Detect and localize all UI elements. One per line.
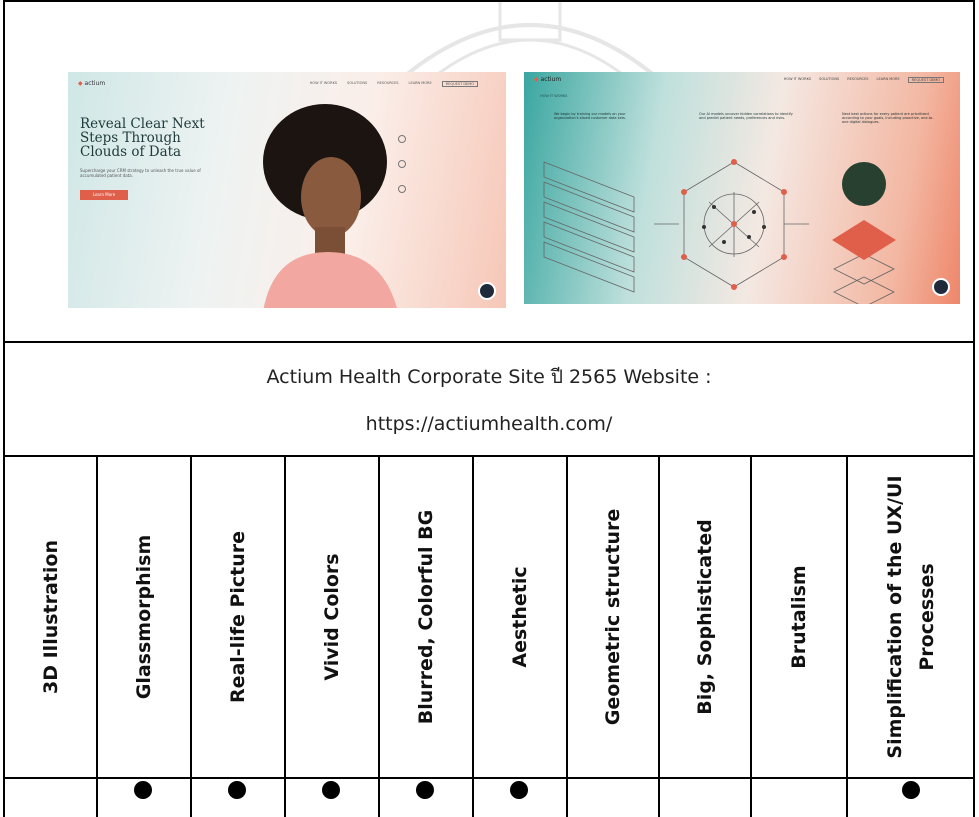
- table-divider: [3, 341, 975, 343]
- column-header-aesthetic: Aesthetic: [509, 566, 531, 668]
- hero-subtext: Supercharge your CRM strategy to unleash…: [80, 168, 201, 178]
- column-header-simplification: Simplification of the UX/UI Processes: [883, 475, 938, 759]
- mark-dot-aesthetic: [510, 781, 528, 799]
- mark-dot-blurred-bg: [416, 781, 434, 799]
- hero-headline: Reveal Clear Next Steps Through Clouds o…: [80, 116, 205, 160]
- section-label: HOW IT WORKS: [540, 94, 568, 98]
- table-divider: [3, 777, 975, 779]
- mark-dot-simplification: [902, 781, 920, 799]
- chat-widget-icon: [932, 278, 950, 296]
- column-header-big-sophisticated: Big, Sophisticated: [694, 519, 716, 715]
- caption-title: Actium Health Corporate Site ปี 2565 Web…: [266, 366, 712, 388]
- portrait-photo: [263, 104, 397, 308]
- site-logo: ◆ actium: [78, 80, 106, 87]
- table-border-top: [3, 0, 975, 2]
- column-header-geometric-structure: Geometric structure: [602, 508, 624, 726]
- column-header-brutalism: Brutalism: [788, 565, 810, 669]
- carousel-dots: [398, 135, 406, 210]
- caption-url: https://actiumhealth.com/: [365, 413, 613, 435]
- column-header-real-life-picture: Real-life Picture: [227, 530, 249, 704]
- website-screenshot-hero: ◆ actium HOW IT WORKS SOLUTIONS RESOURCE…: [68, 72, 506, 308]
- step-3: Next best actions for every patient are …: [842, 112, 934, 124]
- column-header-glassmorphism: Glassmorphism: [133, 534, 155, 700]
- mark-dot-vivid-colors: [322, 781, 340, 799]
- column-header-3d-illustration: 3D Illustration: [39, 540, 62, 694]
- step-2: Our AI models uncover hidden correlation…: [699, 112, 793, 120]
- step-1: We begin by training our models on your …: [554, 112, 626, 120]
- site-nav: HOW IT WORKS SOLUTIONS RESOURCES LEARN M…: [310, 81, 478, 87]
- site-nav: HOW IT WORKS SOLUTIONS RESOURCES LEARN M…: [784, 77, 944, 83]
- site-logo: ◆ actium: [534, 76, 562, 83]
- website-screenshot-how-it-works: ◆ actium HOW IT WORKS SOLUTIONS RESOURCE…: [524, 72, 960, 304]
- chat-widget-icon: [478, 282, 496, 300]
- mark-dot-real-life-picture: [228, 781, 246, 799]
- column-header-vivid-colors: Vivid Colors: [321, 553, 343, 681]
- mark-dot-glassmorphism: [134, 781, 152, 799]
- data-flow-diagram: [543, 159, 896, 304]
- column-header-blurred-bg: Blurred, Colorful BG: [415, 509, 437, 725]
- hero-cta-button: Learn More: [80, 190, 128, 200]
